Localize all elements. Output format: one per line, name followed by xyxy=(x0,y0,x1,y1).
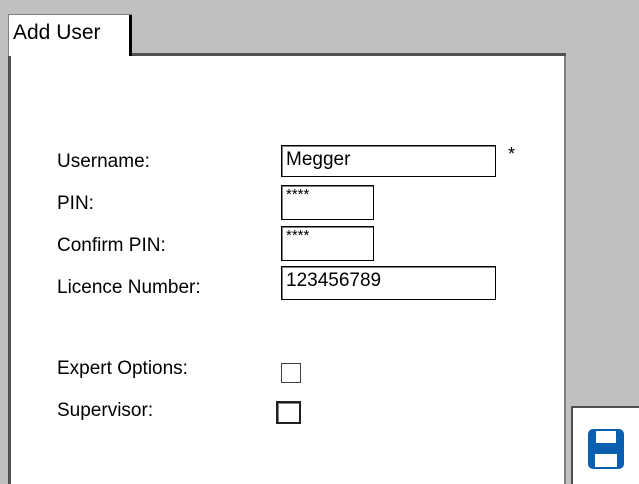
licence-number-label: Licence Number: xyxy=(57,277,201,298)
tab-add-user[interactable]: Add User xyxy=(8,14,132,56)
required-marker: * xyxy=(508,144,516,164)
confirm-pin-field[interactable]: **** xyxy=(281,226,374,261)
confirm-pin-value: **** xyxy=(286,227,310,244)
floppy-disk-icon xyxy=(588,429,624,469)
licence-number-field[interactable]: 123456789 xyxy=(281,266,496,300)
supervisor-label: Supervisor: xyxy=(57,400,154,421)
supervisor-checkbox[interactable] xyxy=(276,401,301,424)
licence-number-value: 123456789 xyxy=(286,270,382,291)
save-button[interactable] xyxy=(571,406,639,484)
expert-options-label: Expert Options: xyxy=(57,358,188,379)
pin-value: **** xyxy=(286,186,310,203)
username-label: Username: xyxy=(57,151,150,172)
tab-add-user-label: Add User xyxy=(13,21,101,44)
expert-options-checkbox[interactable] xyxy=(281,363,301,383)
username-value: Megger xyxy=(286,149,351,170)
panel-top-border xyxy=(132,53,566,56)
username-field[interactable]: Megger xyxy=(281,145,496,177)
pin-label: PIN: xyxy=(57,193,94,214)
pin-field[interactable]: **** xyxy=(281,185,374,220)
confirm-pin-label: Confirm PIN: xyxy=(57,235,166,256)
